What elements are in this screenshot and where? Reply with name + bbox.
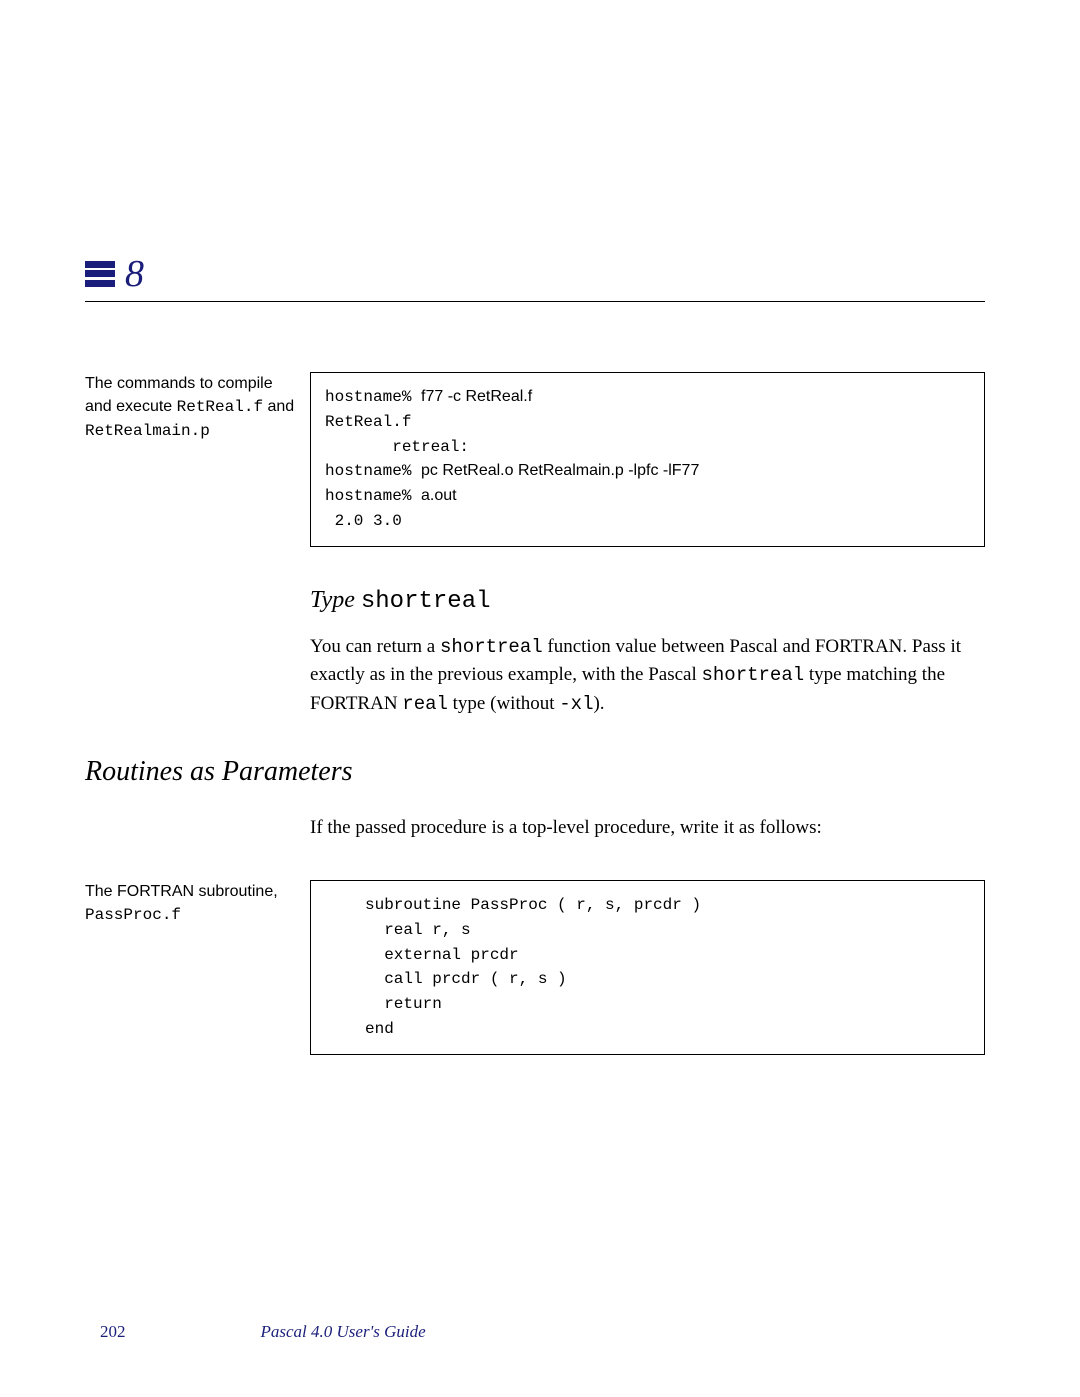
sun-bars-icon bbox=[85, 260, 115, 288]
paragraph-shortreal: You can return a shortreal function valu… bbox=[310, 633, 985, 719]
sidebar-caption-1: The commands to compile and execute RetR… bbox=[85, 372, 310, 547]
sidebar-text: and bbox=[263, 398, 294, 415]
sidebar-code: RetReal.f bbox=[177, 398, 263, 416]
subheading-type-shortreal: Type shortreal bbox=[310, 587, 985, 615]
sidebar-text: The FORTRAN subroutine, bbox=[85, 883, 278, 900]
paragraph-routines: If the passed procedure is a top-level p… bbox=[310, 814, 985, 842]
terminal-output-box: hostname% f77 -c RetReal.f RetReal.f ret… bbox=[310, 372, 985, 547]
page-footer: 202 Pascal 4.0 User's Guide bbox=[100, 1322, 426, 1342]
sidebar-code: PassProc.f bbox=[85, 906, 181, 924]
chapter-header: 8 bbox=[85, 255, 985, 302]
sidebar-caption-2: The FORTRAN subroutine, PassProc.f bbox=[85, 880, 310, 1055]
example-block-2: The FORTRAN subroutine, PassProc.f subro… bbox=[85, 880, 985, 1055]
sidebar-code: RetRealmain.p bbox=[85, 422, 210, 440]
book-title: Pascal 4.0 User's Guide bbox=[261, 1322, 426, 1342]
example-block-1: The commands to compile and execute RetR… bbox=[85, 372, 985, 547]
chapter-number: 8 bbox=[125, 255, 144, 293]
section-heading-routines: Routines as Parameters bbox=[85, 756, 985, 788]
subhead-label: Type bbox=[310, 587, 361, 613]
fortran-code: subroutine PassProc ( r, s, prcdr ) real… bbox=[325, 893, 970, 1042]
page-number: 202 bbox=[100, 1322, 126, 1342]
subhead-code: shortreal bbox=[361, 588, 491, 615]
fortran-code-box: subroutine PassProc ( r, s, prcdr ) real… bbox=[310, 880, 985, 1055]
